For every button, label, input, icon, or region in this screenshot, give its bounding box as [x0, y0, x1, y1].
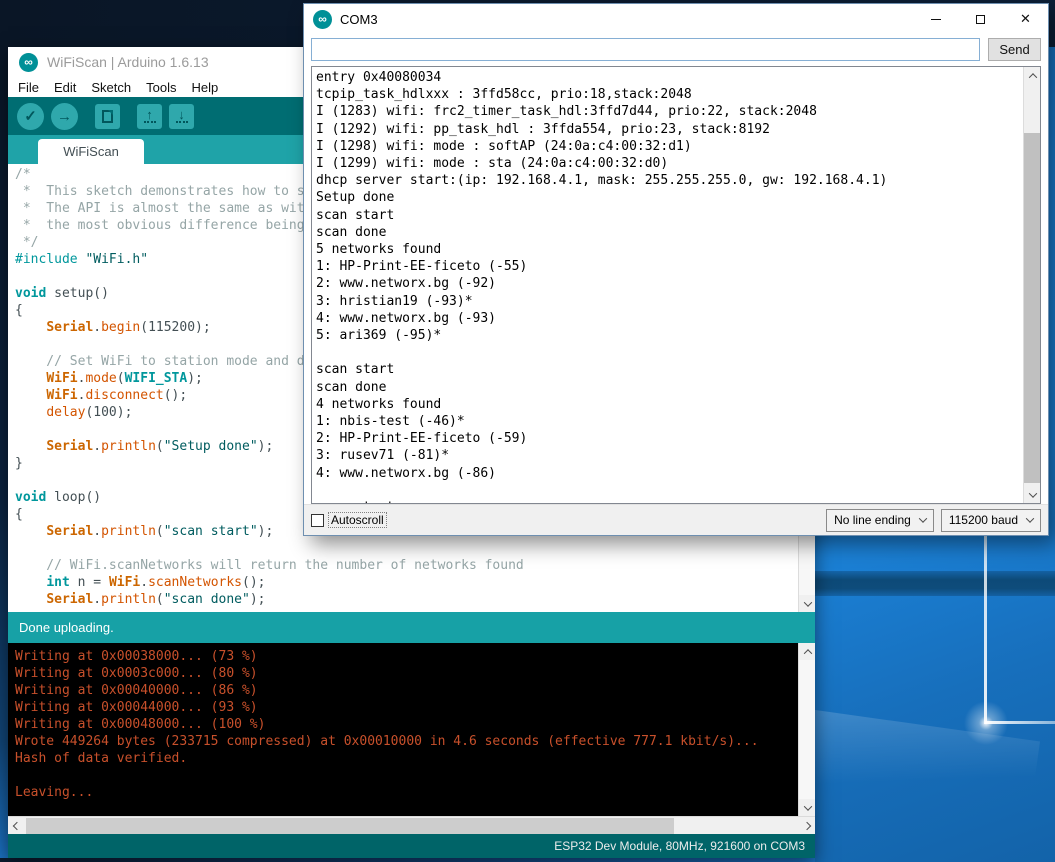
chevron-right-icon — [802, 821, 810, 829]
ide-window-title: WiFiScan | Arduino 1.6.13 — [47, 54, 209, 70]
send-button[interactable]: Send — [988, 38, 1041, 61]
serial-input[interactable] — [311, 38, 980, 61]
menu-file[interactable]: File — [18, 80, 39, 95]
save-arrow-down-icon: ↓ — [178, 109, 185, 120]
upload-button[interactable]: → — [51, 103, 78, 130]
verify-check-icon: ✓ — [24, 107, 37, 125]
board-status-text: ESP32 Dev Module, 80MHz, 921600 on COM3 — [554, 839, 805, 853]
console-scroll-down-button[interactable] — [799, 799, 815, 816]
new-sketch-button[interactable] — [95, 104, 120, 129]
ide-status-message-bar: Done uploading. — [8, 612, 815, 643]
minimize-button[interactable] — [913, 4, 958, 34]
baud-rate-dropdown[interactable]: 115200 baud — [941, 509, 1041, 532]
minimize-icon — [931, 19, 941, 20]
menu-sketch[interactable]: Sketch — [91, 80, 131, 95]
serial-scroll-down-button[interactable] — [1024, 486, 1041, 503]
baud-rate-value: 115200 baud — [949, 513, 1018, 527]
wallpaper-light-horizontal-line — [985, 721, 1055, 724]
menu-tools[interactable]: Tools — [146, 80, 176, 95]
tab-wifiscan[interactable]: WiFiScan — [38, 139, 144, 164]
chevron-left-icon — [12, 821, 20, 829]
line-ending-dropdown[interactable]: No line ending — [826, 509, 934, 532]
ide-console: Writing at 0x00038000... (73 %)Writing a… — [8, 643, 815, 816]
serial-window-title: COM3 — [340, 12, 913, 27]
line-ending-value: No line ending — [834, 513, 911, 527]
arduino-logo-icon: ∞ — [313, 10, 332, 29]
serial-output-area: entry 0x40080034tcpip_task_hdlxxx : 3ffd… — [311, 66, 1041, 504]
verify-button[interactable]: ✓ — [17, 103, 44, 130]
window-controls: ✕ — [913, 4, 1048, 34]
desktop-left-strip — [0, 47, 8, 862]
serial-bottom-bar: Autoscroll No line ending 115200 baud — [304, 504, 1048, 535]
serial-titlebar[interactable]: ∞ COM3 ✕ — [304, 4, 1048, 34]
autoscroll-checkbox[interactable] — [311, 514, 324, 527]
wallpaper-dark-stripe — [815, 571, 1055, 596]
serial-output-text: entry 0x40080034tcpip_task_hdlxxx : 3ffd… — [312, 67, 1040, 504]
maximize-icon — [976, 15, 985, 24]
console-scroll-up-button[interactable] — [799, 643, 815, 660]
open-arrow-up-icon: ↑ — [146, 109, 153, 120]
console-vertical-scrollbar[interactable] — [798, 643, 815, 816]
arduino-logo-icon: ∞ — [19, 53, 38, 72]
horizontal-scroll-thumb[interactable] — [26, 818, 674, 834]
console-horizontal-scrollbar[interactable] — [8, 816, 815, 834]
close-icon: ✕ — [1020, 11, 1031, 27]
chevron-down-icon — [919, 514, 927, 522]
autoscroll-label: Autoscroll — [329, 513, 386, 527]
scroll-left-button[interactable] — [8, 817, 25, 834]
desktop-bottom-strip — [0, 858, 815, 862]
console-output: Writing at 0x00038000... (73 %)Writing a… — [8, 643, 815, 801]
chevron-down-icon — [803, 802, 811, 810]
chevron-down-icon — [1028, 489, 1036, 497]
status-message: Done uploading. — [19, 620, 114, 635]
open-button[interactable]: ↑ — [137, 104, 162, 129]
menu-edit[interactable]: Edit — [54, 80, 76, 95]
chevron-up-icon — [803, 649, 811, 657]
serial-scroll-thumb[interactable] — [1024, 133, 1041, 483]
upload-arrow-icon: → — [57, 108, 72, 125]
chevron-down-icon — [803, 598, 811, 606]
chevron-up-icon — [1028, 73, 1036, 81]
autoscroll-control[interactable]: Autoscroll — [311, 513, 386, 527]
serial-scroll-up-button[interactable] — [1024, 67, 1041, 84]
scroll-right-button[interactable] — [798, 817, 815, 834]
chevron-down-icon — [1026, 514, 1034, 522]
close-button[interactable]: ✕ — [1003, 4, 1048, 34]
editor-scroll-down-button[interactable] — [799, 595, 815, 612]
serial-vertical-scrollbar[interactable] — [1023, 67, 1040, 503]
menu-help[interactable]: Help — [191, 80, 218, 95]
new-sketch-document-icon — [102, 110, 113, 123]
maximize-button[interactable] — [958, 4, 1003, 34]
ide-board-statusbar: ESP32 Dev Module, 80MHz, 921600 on COM3 — [8, 834, 815, 858]
save-button[interactable]: ↓ — [169, 104, 194, 129]
serial-monitor-window: ∞ COM3 ✕ Send entry 0x40080034tcpip_task… — [303, 3, 1049, 536]
serial-input-row: Send — [311, 38, 1041, 61]
